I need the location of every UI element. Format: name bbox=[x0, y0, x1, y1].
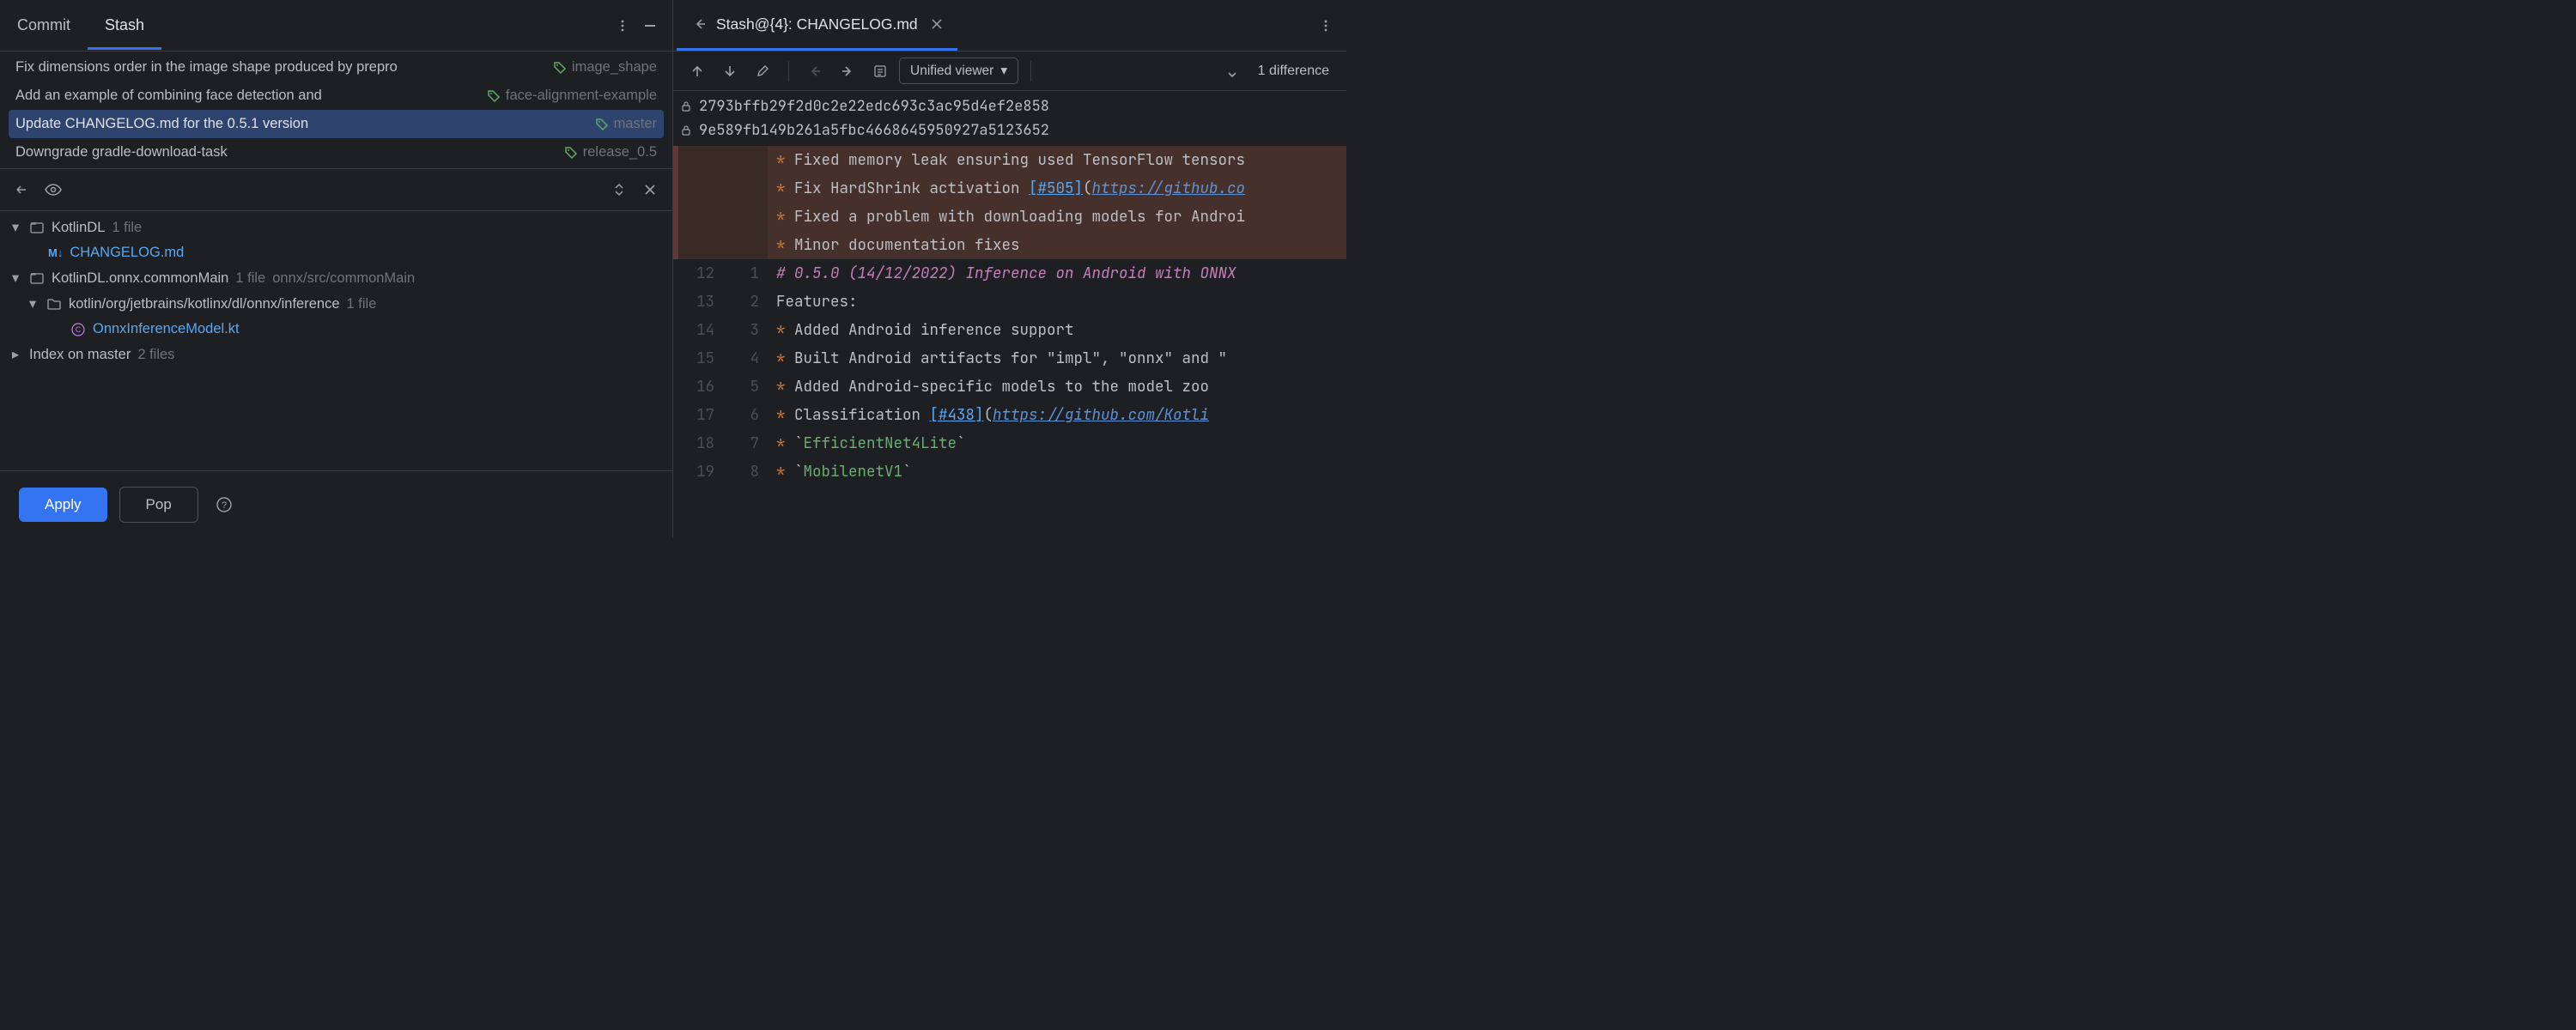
revision-hashes: 2793bffb29f2d0c2e22edc693c3ac95d4ef2e858… bbox=[673, 91, 1346, 146]
more-icon[interactable] bbox=[1312, 12, 1340, 39]
diff-toolbar: Unified viewer ▾ 1 difference bbox=[673, 52, 1346, 91]
tab-commit[interactable]: Commit bbox=[0, 1, 88, 50]
expand-icon[interactable] bbox=[1218, 58, 1246, 85]
viewer-mode-select[interactable]: Unified viewer ▾ bbox=[899, 58, 1018, 84]
list-icon[interactable] bbox=[866, 58, 894, 85]
stash-message: Add an example of combining face detecti… bbox=[15, 88, 478, 104]
next-diff-icon[interactable] bbox=[716, 58, 744, 85]
folder-path: onnx/src/commonMain bbox=[272, 270, 415, 287]
minimize-icon[interactable] bbox=[636, 12, 664, 39]
markdown-icon: M↓ bbox=[48, 246, 63, 259]
divider bbox=[788, 61, 789, 82]
stash-tag: face-alignment-example bbox=[487, 88, 657, 104]
folder-name: kotlin/org/jetbrains/kotlinx/dl/onnx/inf… bbox=[69, 296, 340, 312]
tree-folder[interactable]: ▾ KotlinDL 1 file bbox=[3, 215, 669, 240]
tree-file[interactable]: C OnnxInferenceModel.kt bbox=[3, 317, 669, 342]
diff-count: 1 difference bbox=[1251, 64, 1336, 79]
code-line: 187 * `EfficientNet4Lite` bbox=[673, 429, 1346, 457]
changelist-icon[interactable] bbox=[9, 176, 36, 203]
pop-button[interactable]: Pop bbox=[119, 487, 198, 523]
right-panel: Stash@{4}: CHANGELOG.md Unified viewer ▾… bbox=[673, 0, 1346, 538]
module-icon bbox=[29, 220, 45, 235]
changes-toolbar bbox=[0, 168, 672, 211]
stash-entry[interactable]: Add an example of combining face detecti… bbox=[9, 82, 664, 110]
stash-message: Update CHANGELOG.md for the 0.5.1 versio… bbox=[15, 116, 586, 132]
tag-icon bbox=[564, 146, 578, 160]
chevron-down-icon: ▾ bbox=[26, 295, 39, 312]
tree-folder[interactable]: ▸ Index on master 2 files bbox=[3, 342, 669, 367]
back-arrow-icon bbox=[692, 16, 708, 32]
edit-icon[interactable] bbox=[749, 58, 776, 85]
code-line: * Fix HardShrink activation [#505](https… bbox=[673, 174, 1346, 203]
code-line: * * Fixed memory leak ensuring used Tens… bbox=[673, 146, 1346, 174]
chevron-down-icon: ▾ bbox=[9, 270, 22, 287]
chevron-down-icon: ▾ bbox=[1000, 63, 1007, 79]
stash-tag: release_0.5 bbox=[564, 144, 657, 161]
stash-message: Fix dimensions order in the image shape … bbox=[15, 59, 544, 76]
tag-icon bbox=[595, 118, 609, 131]
prev-diff-icon[interactable] bbox=[683, 58, 711, 85]
expand-collapse-icon[interactable] bbox=[605, 176, 633, 203]
diff-viewer[interactable]: * * Fixed memory leak ensuring used Tens… bbox=[673, 146, 1346, 538]
file-name: CHANGELOG.md bbox=[70, 245, 184, 261]
tag-icon bbox=[487, 89, 501, 103]
file-count: 1 file bbox=[347, 296, 377, 312]
chevron-right-icon: ▸ bbox=[9, 346, 22, 363]
tag-icon bbox=[553, 61, 567, 75]
file-count: 1 file bbox=[235, 270, 265, 287]
lock-icon bbox=[680, 124, 692, 136]
hash-before: 2793bffb29f2d0c2e22edc693c3ac95d4ef2e858 bbox=[699, 94, 1049, 118]
code-line: 165 * Added Android-specific models to t… bbox=[673, 373, 1346, 401]
lock-icon bbox=[680, 100, 692, 112]
editor-tab[interactable]: Stash@{4}: CHANGELOG.md bbox=[677, 0, 957, 51]
tree-file[interactable]: M↓ CHANGELOG.md bbox=[3, 240, 669, 265]
module-icon bbox=[29, 270, 45, 286]
close-tab-icon[interactable] bbox=[927, 19, 942, 29]
bottom-bar: Apply Pop ? bbox=[0, 470, 672, 538]
stash-message: Downgrade gradle-download-task bbox=[15, 144, 556, 161]
nav-forward-icon[interactable] bbox=[834, 58, 861, 85]
folder-name: KotlinDL.onnx.commonMain bbox=[52, 270, 228, 287]
stash-list: Fix dimensions order in the image shape … bbox=[0, 52, 672, 168]
folder-icon bbox=[46, 296, 62, 312]
folder-name: Index on master bbox=[29, 347, 131, 363]
folder-name: KotlinDL bbox=[52, 220, 105, 236]
tree-folder[interactable]: ▾ KotlinDL.onnx.commonMain 1 file onnx/s… bbox=[3, 265, 669, 291]
code-line: * Fixed a problem with downloading model… bbox=[673, 203, 1346, 231]
code-line: * Minor documentation fixes bbox=[673, 231, 1346, 259]
svg-text:?: ? bbox=[222, 500, 227, 511]
stash-entry[interactable]: Fix dimensions order in the image shape … bbox=[9, 53, 664, 82]
nav-back-icon[interactable] bbox=[801, 58, 829, 85]
chevron-down-icon: ▾ bbox=[9, 219, 22, 236]
stash-entry[interactable]: Update CHANGELOG.md for the 0.5.1 versio… bbox=[9, 110, 664, 138]
stash-tag: image_shape bbox=[553, 59, 657, 76]
file-name: OnnxInferenceModel.kt bbox=[93, 321, 240, 337]
kotlin-class-icon: C bbox=[70, 322, 86, 337]
tree-folder[interactable]: ▾ kotlin/org/jetbrains/kotlinx/dl/onnx/i… bbox=[3, 291, 669, 317]
divider bbox=[1030, 61, 1031, 82]
code-line: 121# 0.5.0 (14/12/2022) Inference on And… bbox=[673, 259, 1346, 288]
close-panel-icon[interactable] bbox=[636, 176, 664, 203]
left-panel: Commit Stash Fix dimensions order in the… bbox=[0, 0, 673, 538]
tabs-header: Commit Stash bbox=[0, 0, 672, 52]
code-line: 198 * `MobilenetV1` bbox=[673, 457, 1346, 486]
file-tree: ▾ KotlinDL 1 file M↓ CHANGELOG.md ▾ Kotl… bbox=[0, 211, 672, 470]
code-line: 176 * Classification [#438](https://gith… bbox=[673, 401, 1346, 429]
apply-button[interactable]: Apply bbox=[19, 488, 107, 522]
code-line: 143* Added Android inference support bbox=[673, 316, 1346, 344]
tab-title: Stash@{4}: CHANGELOG.md bbox=[716, 15, 918, 33]
tab-stash[interactable]: Stash bbox=[88, 1, 161, 50]
file-count: 1 file bbox=[112, 220, 142, 236]
svg-text:C: C bbox=[76, 325, 82, 334]
preview-icon[interactable] bbox=[39, 176, 67, 203]
file-count: 2 files bbox=[137, 347, 174, 363]
help-icon[interactable]: ? bbox=[210, 491, 238, 518]
editor-tabs: Stash@{4}: CHANGELOG.md bbox=[673, 0, 1346, 52]
hash-after: 9e589fb149b261a5fbc4668645950927a5123652 bbox=[699, 118, 1049, 142]
more-icon[interactable] bbox=[609, 12, 636, 39]
code-line: 154 * Built Android artifacts for "impl"… bbox=[673, 344, 1346, 373]
code-line: 132Features: bbox=[673, 288, 1346, 316]
stash-tag: master bbox=[595, 116, 657, 132]
stash-entry[interactable]: Downgrade gradle-download-task release_0… bbox=[9, 138, 664, 167]
